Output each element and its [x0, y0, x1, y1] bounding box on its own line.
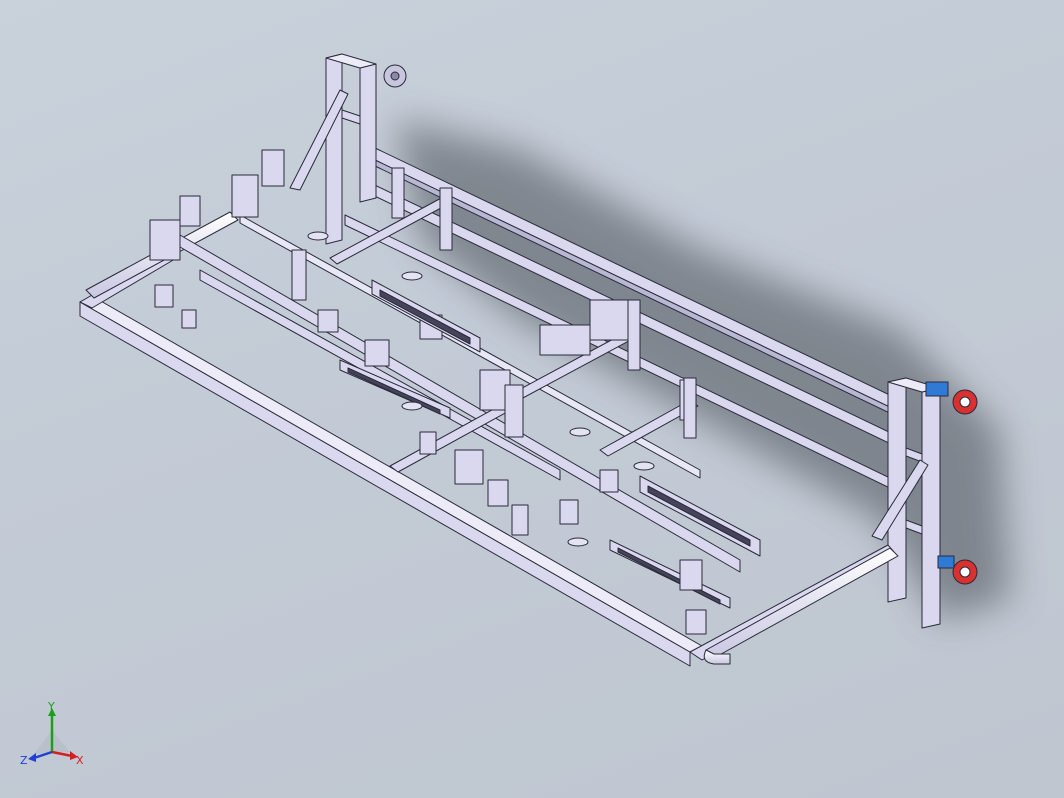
left-upright-frame — [289, 53, 407, 245]
triad-x-axis — [51, 750, 73, 758]
triad-z-label: Z — [20, 754, 28, 767]
triad-y-label: Y — [47, 702, 55, 713]
assembly-model[interactable] — [0, 0, 1064, 798]
orientation-triad: Y X Z — [20, 702, 84, 767]
triad-x-label: X — [76, 754, 84, 767]
cad-viewport[interactable]: Y X Z — [0, 0, 1064, 798]
triad-z-arrow — [28, 753, 36, 762]
